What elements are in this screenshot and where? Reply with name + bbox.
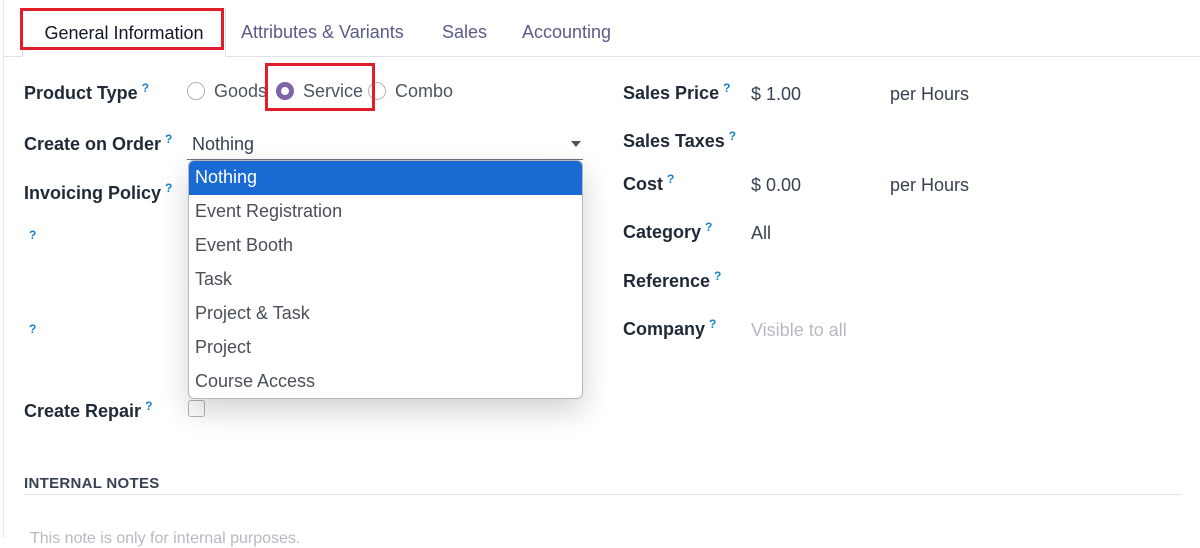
dropdown-option[interactable]: Nothing xyxy=(189,161,582,195)
help-icon: ? xyxy=(714,269,722,283)
product-type-label: Product Type? xyxy=(24,81,150,103)
sales-taxes-label: Sales Taxes? xyxy=(623,129,737,151)
create-on-order-label: Create on Order? xyxy=(24,132,173,154)
dropdown-option[interactable]: Course Access xyxy=(189,365,582,398)
help-icon: ? xyxy=(141,81,150,95)
dropdown-option[interactable]: Task xyxy=(189,263,582,297)
help-icon: ? xyxy=(705,220,713,234)
company-label: Company? xyxy=(623,317,717,339)
create-repair-checkbox[interactable] xyxy=(188,400,205,417)
tab-sales[interactable]: Sales xyxy=(442,22,487,43)
company-field[interactable]: Visible to all xyxy=(751,320,847,341)
internal-notes-title: INTERNAL NOTES xyxy=(24,475,160,492)
cost-label: Cost? xyxy=(623,172,675,194)
help-icon: ? xyxy=(709,317,717,331)
invoicing-policy-label: Invoicing Policy? xyxy=(24,181,173,203)
cost-value[interactable]: $ 0.00 xyxy=(751,175,801,196)
create-on-order-select[interactable]: Nothing xyxy=(187,130,583,160)
sales-price-label: Sales Price? xyxy=(623,81,731,103)
dropdown-option[interactable]: Project & Task xyxy=(189,297,582,331)
reference-label: Reference? xyxy=(623,269,722,291)
tab-accounting[interactable]: Accounting xyxy=(522,22,611,43)
internal-notes-field[interactable]: This note is only for internal purposes. xyxy=(30,530,300,548)
radio-goods[interactable]: Goods xyxy=(187,81,267,101)
dropdown-option[interactable]: Event Booth xyxy=(189,229,582,263)
caret-down-icon[interactable] xyxy=(571,141,581,147)
help-icon: ? xyxy=(723,81,731,95)
sales-price-value[interactable]: $ 1.00 xyxy=(751,84,801,105)
help-icon: ? xyxy=(728,129,737,143)
tab-attributes-variants[interactable]: Attributes & Variants xyxy=(241,22,404,43)
service-highlight-box xyxy=(265,63,375,111)
radio-combo[interactable]: Combo xyxy=(368,81,458,101)
category-value[interactable]: All xyxy=(751,223,771,244)
dropdown-option[interactable]: Event Registration xyxy=(189,195,582,229)
radio-button-icon[interactable] xyxy=(187,82,205,100)
dropdown-option[interactable]: Project xyxy=(189,331,582,365)
sales-price-unit: per Hours xyxy=(890,84,970,104)
help-icon: ? xyxy=(29,322,37,336)
create-repair-label: Create Repair? xyxy=(24,399,153,421)
help-icon: ? xyxy=(29,228,37,242)
form-left-border xyxy=(3,0,4,538)
tab-highlight-box xyxy=(20,8,224,50)
help-icon: ? xyxy=(165,181,173,195)
create-on-order-dropdown: Nothing Event Registration Event Booth T… xyxy=(188,160,583,399)
help-icon: ? xyxy=(145,399,153,413)
help-icon: ? xyxy=(165,132,173,146)
category-label: Category? xyxy=(623,220,713,242)
internal-notes-divider xyxy=(24,494,1182,495)
cost-unit: per Hours xyxy=(890,175,970,195)
help-icon: ? xyxy=(667,172,675,186)
